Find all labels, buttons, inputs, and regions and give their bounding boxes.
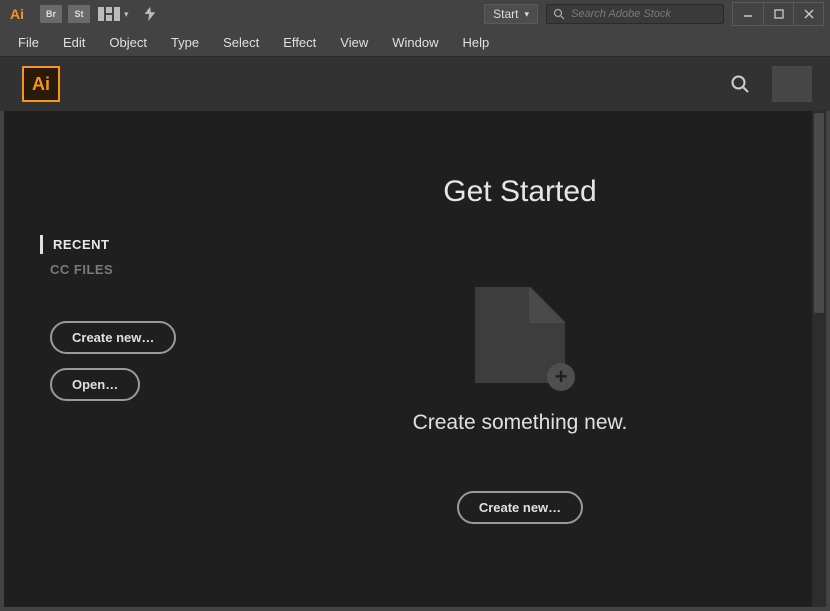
- sidebar-open-button[interactable]: Open…: [50, 368, 140, 401]
- sidebar-create-new-button[interactable]: Create new…: [50, 321, 176, 354]
- search-icon: [553, 8, 565, 20]
- start-workspace: RECENT CC FILES Create new… Open… Get St…: [4, 111, 826, 607]
- arrange-docs-menu-chevron-icon[interactable]: ▾: [124, 9, 129, 20]
- workspace-label: Start: [493, 7, 518, 21]
- sidebar-tab-ccfiles[interactable]: CC FILES: [40, 260, 214, 279]
- workspace-switcher[interactable]: Start ▾: [484, 4, 538, 24]
- sidebar-tabs: RECENT CC FILES: [50, 235, 214, 279]
- account-button[interactable]: [772, 66, 812, 102]
- start-header: Ai: [0, 56, 830, 111]
- menu-effect[interactable]: Effect: [271, 31, 328, 54]
- stock-search-input[interactable]: [571, 8, 717, 20]
- app-logo-icon: Ai: [10, 5, 30, 23]
- window-controls: [732, 2, 824, 26]
- sidebar-actions: Create new… Open…: [50, 321, 214, 401]
- menu-object[interactable]: Object: [97, 31, 159, 54]
- start-main: Get Started + Create something new. Crea…: [214, 111, 826, 607]
- menu-type[interactable]: Type: [159, 31, 211, 54]
- create-subtitle: Create something new.: [413, 411, 628, 435]
- bridge-icon[interactable]: Br: [40, 5, 62, 23]
- menu-window[interactable]: Window: [380, 31, 450, 54]
- maximize-button[interactable]: [763, 3, 793, 25]
- main-create-new-button[interactable]: Create new…: [457, 491, 583, 524]
- menu-help[interactable]: Help: [450, 31, 501, 54]
- stock-search-box[interactable]: [546, 4, 724, 24]
- illustrator-logo-icon: Ai: [22, 66, 60, 102]
- plus-icon: +: [547, 363, 575, 391]
- scrollbar-thumb[interactable]: [814, 113, 824, 313]
- menubar: File Edit Object Type Select Effect View…: [0, 28, 830, 56]
- stock-icon[interactable]: St: [68, 5, 90, 23]
- minimize-button[interactable]: [733, 3, 763, 25]
- start-search-button[interactable]: [722, 66, 758, 102]
- new-file-illustration-icon: +: [475, 287, 565, 383]
- get-started-heading: Get Started: [443, 175, 596, 209]
- start-sidebar: RECENT CC FILES Create new… Open…: [4, 111, 214, 607]
- titlebar: Ai Br St ▾ Start ▾: [0, 0, 830, 28]
- menu-file[interactable]: File: [6, 31, 51, 54]
- sidebar-tab-recent[interactable]: RECENT: [40, 235, 214, 254]
- arrange-docs-icon[interactable]: [96, 6, 122, 22]
- menu-view[interactable]: View: [328, 31, 380, 54]
- vertical-scrollbar[interactable]: [812, 111, 826, 607]
- chevron-down-icon: ▾: [524, 9, 529, 20]
- gpu-performance-icon[interactable]: [139, 5, 161, 23]
- menu-edit[interactable]: Edit: [51, 31, 97, 54]
- close-button[interactable]: [793, 3, 823, 25]
- menu-select[interactable]: Select: [211, 31, 271, 54]
